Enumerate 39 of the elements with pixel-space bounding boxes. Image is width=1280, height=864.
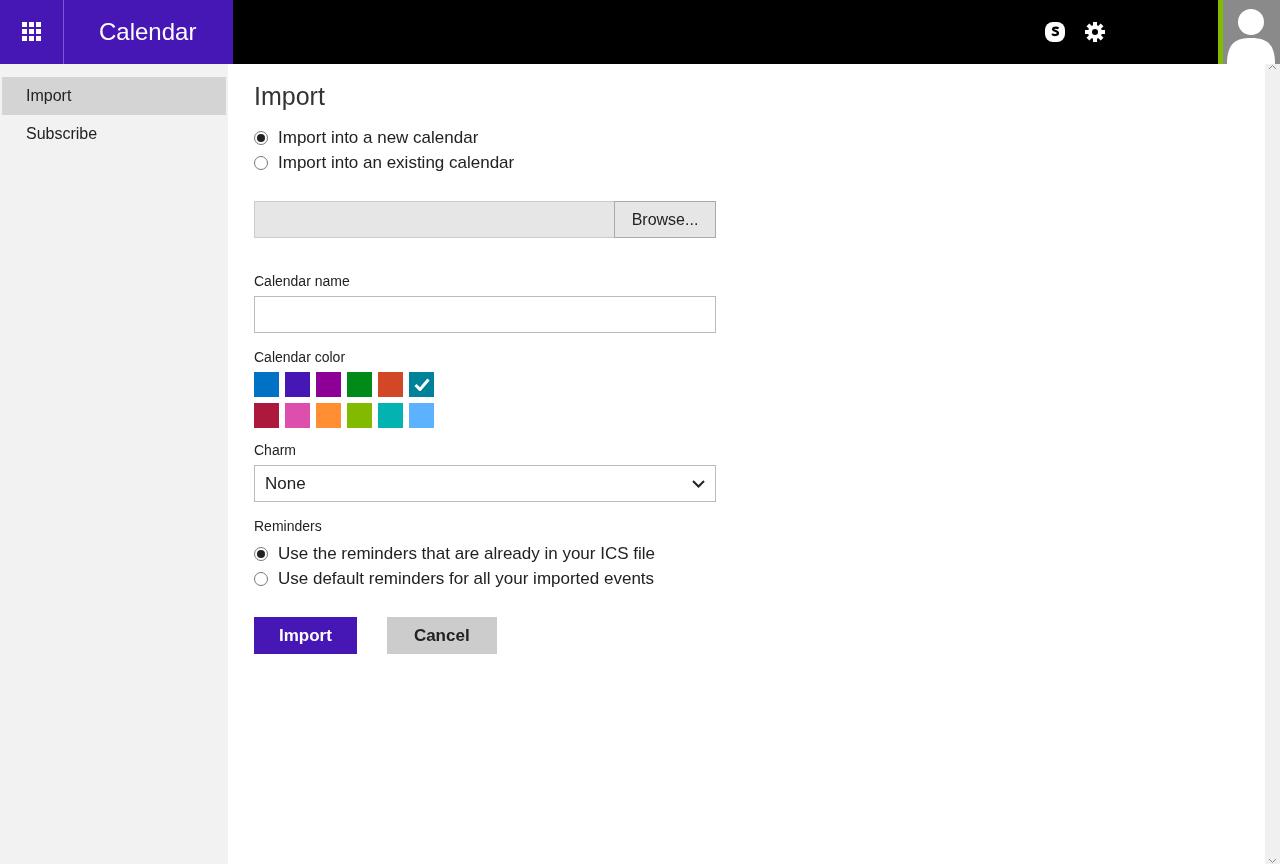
import-button[interactable]: Import — [254, 617, 357, 654]
scroll-down-icon[interactable] — [1268, 858, 1277, 864]
sidebar-item[interactable]: Subscribe — [2, 115, 226, 153]
skype-icon[interactable] — [1044, 21, 1066, 43]
color-swatch[interactable] — [316, 372, 341, 397]
calendar-name-input[interactable] — [254, 296, 716, 333]
browse-button[interactable]: Browse... — [614, 201, 716, 238]
radio-label[interactable]: Use the reminders that are already in your ICS file — [278, 543, 655, 564]
check-icon — [413, 378, 430, 391]
scroll-up-icon[interactable] — [1268, 64, 1277, 70]
radio-label[interactable]: Import into an existing calendar — [278, 152, 515, 173]
color-swatch[interactable] — [347, 372, 372, 397]
cancel-button[interactable]: Cancel — [386, 617, 497, 654]
color-swatch[interactable] — [378, 403, 403, 428]
field-label: Reminders — [254, 518, 323, 534]
color-swatch[interactable] — [409, 403, 434, 428]
field-label: Calendar name — [254, 273, 351, 289]
scrollbar[interactable] — [1265, 64, 1280, 864]
field-label: Charm — [254, 442, 297, 458]
app-launcher-icon[interactable] — [21, 22, 42, 42]
chevron-down-icon — [692, 479, 705, 488]
radio-label[interactable]: Use default reminders for all your imported events — [278, 568, 655, 589]
settings-icon[interactable] — [1084, 21, 1106, 43]
field-label: Calendar color — [254, 349, 347, 365]
color-swatch[interactable] — [347, 403, 372, 428]
color-swatch[interactable] — [285, 372, 310, 397]
page-title: Import — [254, 82, 326, 111]
color-swatch[interactable] — [285, 403, 310, 428]
radio-label[interactable]: Import into a new calendar — [278, 127, 479, 148]
sidebar-item[interactable]: Import — [2, 77, 226, 115]
color-swatch[interactable] — [316, 403, 341, 428]
color-swatch[interactable] — [254, 372, 279, 397]
app-title: Calendar — [98, 17, 197, 47]
charm-dropdown[interactable]: None — [254, 465, 716, 502]
avatar-silhouette-icon[interactable] — [1218, 0, 1280, 64]
color-swatch[interactable] — [409, 372, 434, 397]
color-swatch[interactable] — [254, 403, 279, 428]
file-path-field[interactable] — [254, 201, 614, 238]
color-swatch[interactable] — [378, 372, 403, 397]
